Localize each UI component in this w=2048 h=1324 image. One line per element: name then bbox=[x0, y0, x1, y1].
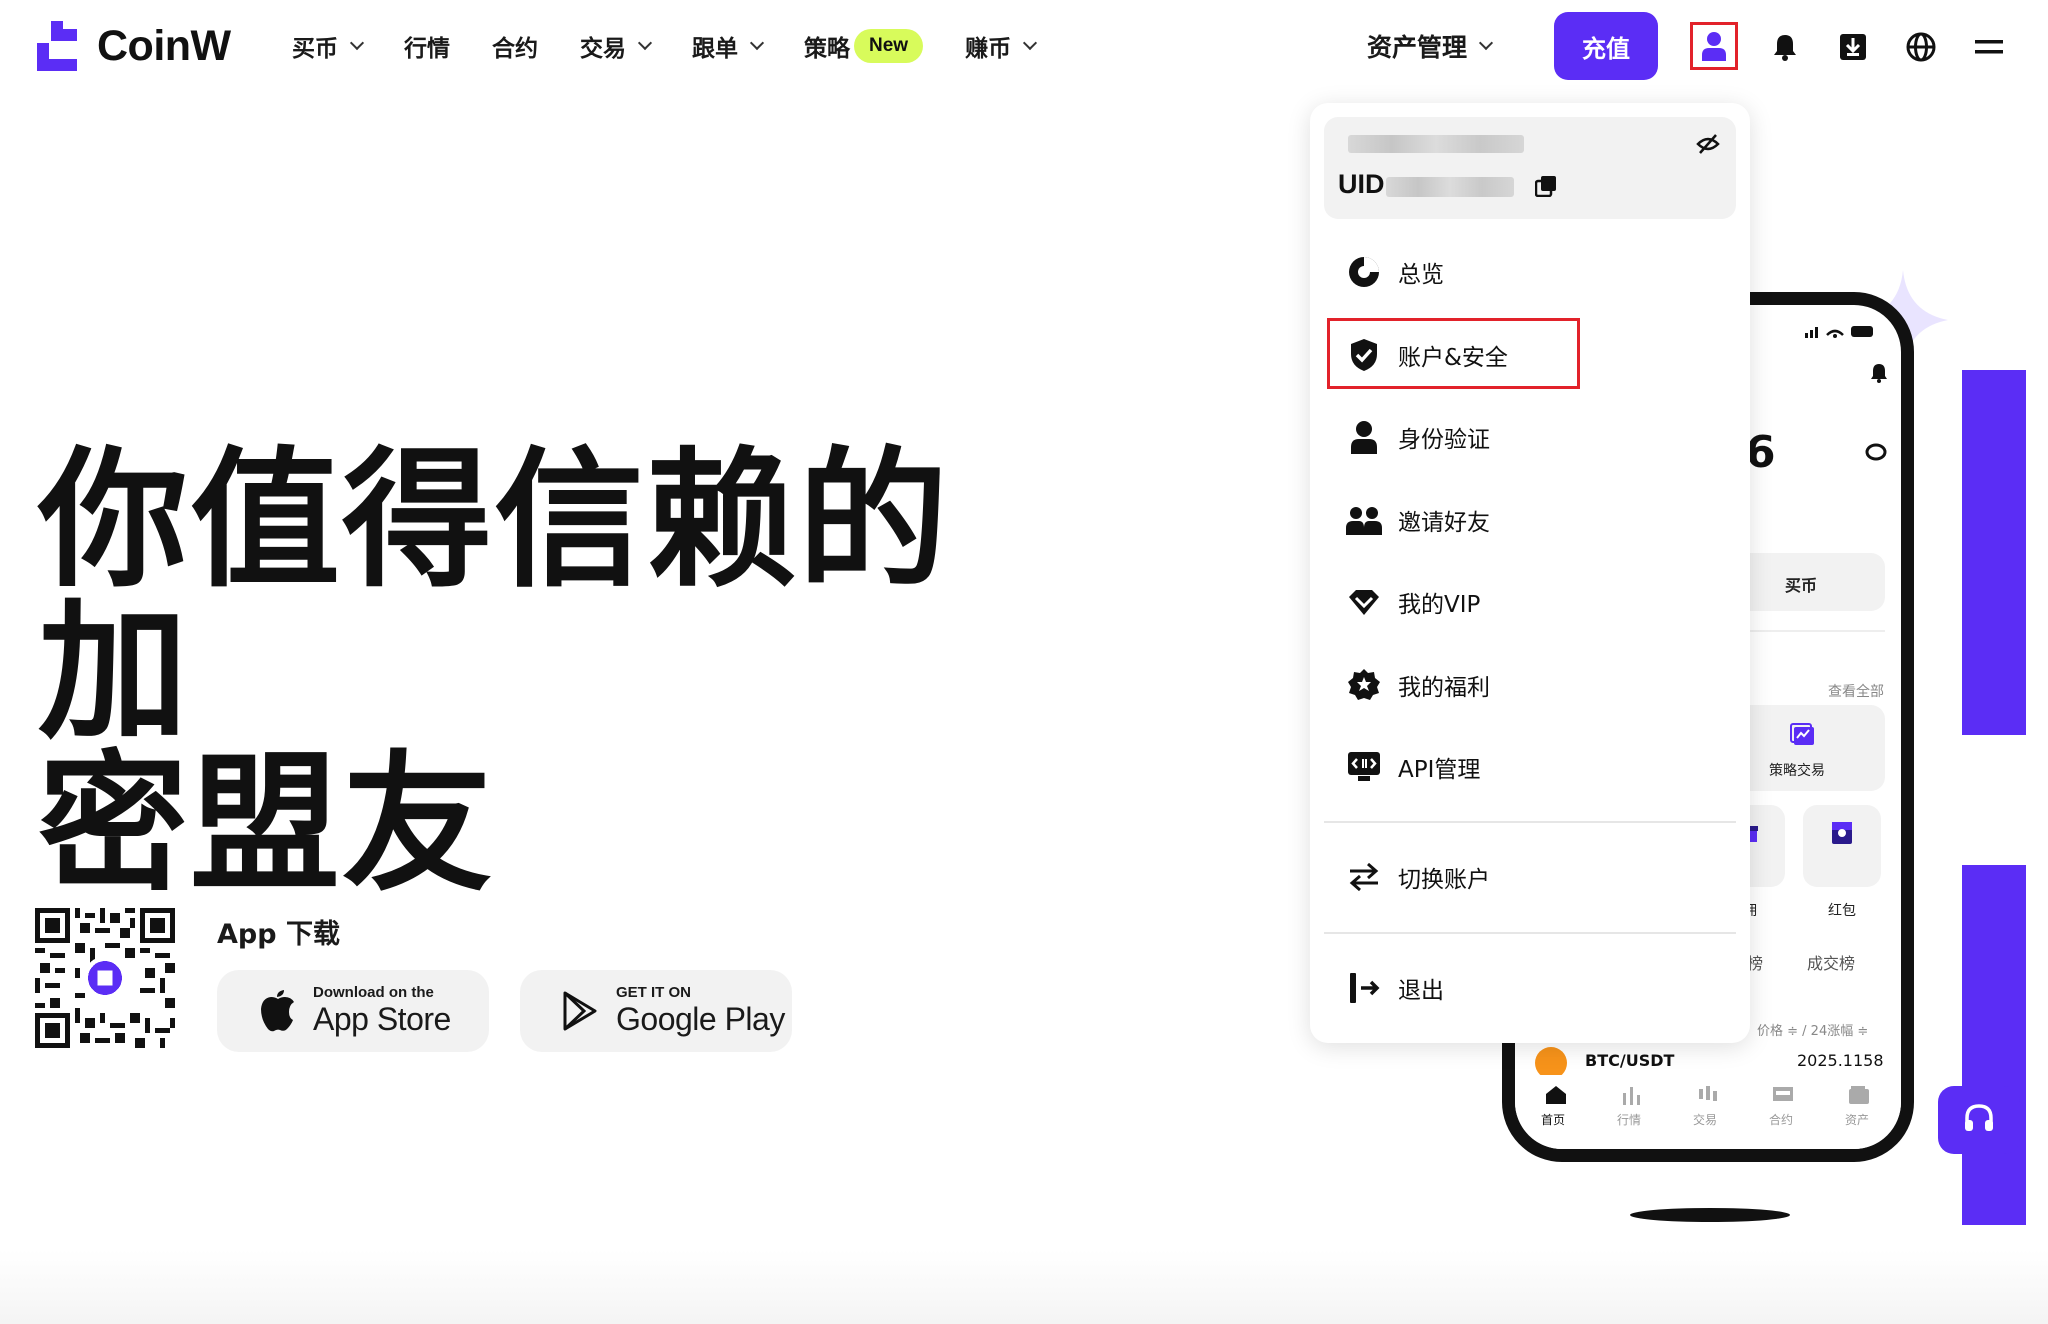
phone-redpacket-label: 红包 bbox=[1828, 903, 1856, 919]
home-indicator bbox=[1635, 1153, 1775, 1158]
api-icon bbox=[1346, 749, 1382, 785]
copy-icon[interactable] bbox=[1535, 175, 1557, 197]
hero-title: 你值得信赖的加 密盟友 bbox=[38, 445, 1078, 901]
globe-icon[interactable] bbox=[1906, 32, 1936, 62]
phone-volume-tab: 成交榜 bbox=[1807, 954, 1856, 973]
phone-eye-icon bbox=[1865, 443, 1887, 461]
customer-support-button[interactable] bbox=[1938, 1086, 2020, 1154]
menu-divider bbox=[1324, 932, 1736, 934]
hero-title-line1: 你值得信赖的加 bbox=[38, 434, 951, 760]
menu-item-account-security[interactable]: 账户&安全 bbox=[1310, 323, 1750, 387]
google-play-icon bbox=[560, 989, 600, 1033]
uid-label: UID bbox=[1338, 169, 1385, 199]
star-badge-icon bbox=[1346, 667, 1382, 703]
phone-price-header: 价格 ≑ / 24涨幅 ≑ bbox=[1757, 1024, 1869, 1039]
menu-divider bbox=[1324, 821, 1736, 823]
phone-buy-label: 买币 bbox=[1785, 576, 1818, 595]
page-bottom-band bbox=[0, 1250, 2048, 1324]
person-icon bbox=[1346, 419, 1382, 455]
markets-icon bbox=[1623, 1087, 1640, 1105]
decoration-block-bottom bbox=[1962, 865, 2026, 1225]
phone-pair: BTC/USDT bbox=[1585, 1051, 1675, 1070]
phone-view-all: 查看全部 bbox=[1828, 684, 1884, 700]
menu-item-api-management[interactable]: API管理 bbox=[1310, 735, 1750, 799]
deposit-button[interactable]: 充值 bbox=[1554, 12, 1658, 80]
phone-tab-bar: 首页 行情 交易 合约 资产 bbox=[1515, 1075, 1901, 1158]
diamond-icon bbox=[1346, 584, 1382, 620]
menu-item-overview[interactable]: 总览 bbox=[1310, 240, 1750, 304]
assets-icon bbox=[1849, 1086, 1869, 1104]
headset-icon bbox=[1965, 1104, 1993, 1131]
right-nav: 资产管理 充值 bbox=[0, 12, 2048, 80]
menu-item-identity-verification[interactable]: 身份验证 bbox=[1310, 405, 1750, 469]
strategy-icon bbox=[1790, 723, 1814, 745]
google-play-button[interactable]: GET IT ON Google Play bbox=[520, 970, 792, 1052]
red-packet-icon bbox=[1832, 822, 1852, 844]
decoration-block-top bbox=[1962, 370, 2026, 735]
user-info-card: UID bbox=[1324, 117, 1736, 219]
phone-redpacket-card bbox=[1803, 805, 1881, 887]
home-icon bbox=[1546, 1086, 1566, 1104]
menu-item-logout[interactable]: 退出 bbox=[1310, 956, 1750, 1020]
phone-bell-icon bbox=[1871, 364, 1887, 383]
asset-management-menu[interactable]: 资产管理 bbox=[1367, 24, 1494, 68]
pie-chart-icon bbox=[1346, 254, 1382, 290]
phone-pair-price: 2025.1158 bbox=[1797, 1051, 1884, 1070]
menu-item-my-benefits[interactable]: 我的福利 bbox=[1310, 653, 1750, 717]
user-icon bbox=[1702, 32, 1726, 61]
phone-shadow bbox=[1630, 1208, 1790, 1222]
hide-eye-icon[interactable] bbox=[1696, 133, 1720, 155]
futures-icon bbox=[1773, 1087, 1793, 1101]
chevron-down-icon bbox=[1478, 35, 1494, 51]
switch-arrows-icon bbox=[1346, 859, 1382, 895]
people-icon bbox=[1346, 502, 1382, 538]
menu-item-switch-account[interactable]: 切换账户 bbox=[1310, 845, 1750, 909]
top-nav: CoinW 买币 行情 合约 交易 跟单 策略 New 赚币 资产管理 充值 bbox=[0, 0, 2048, 92]
hero-title-line2: 密盟友 bbox=[38, 738, 495, 912]
bell-icon[interactable] bbox=[1770, 32, 1800, 62]
logout-icon bbox=[1346, 970, 1382, 1006]
shield-check-icon bbox=[1346, 337, 1382, 373]
hamburger-menu-icon[interactable] bbox=[1974, 32, 2004, 62]
user-account-button[interactable] bbox=[1690, 22, 1738, 70]
masked-uid bbox=[1386, 177, 1514, 197]
app-download-label: App 下载 bbox=[217, 919, 340, 950]
menu-item-my-vip[interactable]: 我的VIP bbox=[1310, 570, 1750, 634]
download-icon[interactable] bbox=[1838, 32, 1868, 62]
user-account-dropdown: UID 总览 账户&安全 身份验证 邀请好友 我的VIP 我的福利 API管理 … bbox=[1310, 103, 1750, 1043]
app-store-button[interactable]: Download on the App Store bbox=[217, 970, 489, 1052]
phone-strategy-label: 策略交易 bbox=[1769, 763, 1825, 779]
apple-icon bbox=[257, 989, 297, 1033]
masked-username bbox=[1348, 135, 1524, 153]
menu-item-invite-friends[interactable]: 邀请好友 bbox=[1310, 488, 1750, 552]
trade-icon bbox=[1699, 1086, 1717, 1101]
app-qr-code bbox=[35, 908, 175, 1048]
status-bar-icons bbox=[1805, 326, 1873, 338]
